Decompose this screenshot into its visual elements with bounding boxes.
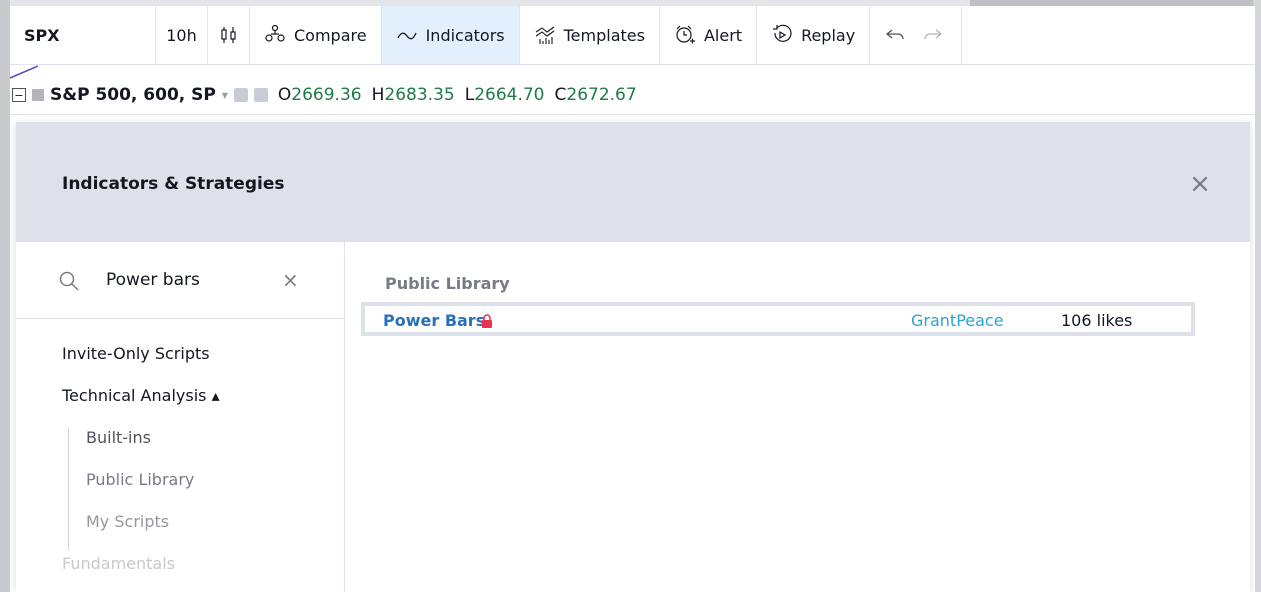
settings-icon[interactable] <box>253 88 268 102</box>
ohlc-close-value: 2672.67 <box>566 85 637 105</box>
ohlc-low: L2664.70 <box>465 85 545 105</box>
series-legend: − S&P 500, 600, SP ▾ O2669.36 H2683.35 L… <box>10 80 637 110</box>
dialog-title: Indicators & Strategies <box>62 174 285 194</box>
result-name[interactable]: Power Bars <box>383 311 485 330</box>
redo-icon[interactable] <box>922 24 944 46</box>
category-invite-only[interactable]: Invite-Only Scripts <box>62 344 210 363</box>
app-window: SPX 10h Compare Indicators Templates Ale… <box>10 6 1255 592</box>
ohlc-open: O2669.36 <box>278 85 362 105</box>
alert-button[interactable]: Alert <box>660 6 758 64</box>
chart-drawing-stroke <box>10 65 39 79</box>
ohlc-open-value: 2669.36 <box>291 85 362 105</box>
ohlc-low-value: 2664.70 <box>474 85 545 105</box>
subcategory-my-scripts[interactable]: My Scripts <box>86 512 169 531</box>
subcategory-built-ins[interactable]: Built-ins <box>86 428 151 447</box>
chart-gridline <box>10 114 1255 115</box>
symbol-search-button[interactable]: SPX <box>10 6 156 64</box>
interval-label: 10h <box>166 25 197 45</box>
chart-style-button[interactable] <box>208 6 250 64</box>
ohlc-open-label: O <box>277 85 292 105</box>
chevron-down-icon[interactable]: ▾ <box>222 88 228 102</box>
search-input[interactable] <box>106 266 266 294</box>
indicator-wave-icon <box>396 24 418 46</box>
compare-button[interactable]: Compare <box>250 6 382 64</box>
result-row[interactable]: Power Bars GrantPeace 106 likes <box>361 302 1195 336</box>
symbol-label: SPX <box>24 25 60 45</box>
candles-icon <box>218 24 240 46</box>
ohlc-high-label: H <box>371 85 385 105</box>
replay-icon <box>771 24 793 46</box>
alert-label: Alert <box>703 25 743 45</box>
replay-button[interactable]: Replay <box>757 6 871 64</box>
category-technical-analysis[interactable]: Technical Analysis ▴ <box>62 386 220 405</box>
legend-symbol-title[interactable]: S&P 500, 600, SP <box>50 85 216 105</box>
indicators-dialog: Indicators & Strategies × × Invite-Only … <box>16 122 1250 592</box>
ohlc-low-label: L <box>464 85 475 105</box>
subcategory-public-library[interactable]: Public Library <box>86 470 194 489</box>
undo-redo-group <box>870 6 963 64</box>
result-likes: 106 likes <box>1061 311 1133 330</box>
alarm-clock-icon <box>674 24 696 46</box>
legend-collapse-icon[interactable]: − <box>12 88 26 102</box>
dialog-sidebar: × Invite-Only Scripts Technical Analysis… <box>16 242 345 592</box>
close-icon[interactable]: × <box>1186 170 1214 198</box>
replay-label: Replay <box>801 25 856 45</box>
results-panel: Public Library Power Bars GrantPeace 106… <box>345 242 1250 592</box>
templates-icon <box>534 24 556 46</box>
flag-icon[interactable] <box>32 89 44 101</box>
category-fundamentals[interactable]: Fundamentals <box>62 554 175 573</box>
top-toolbar: SPX 10h Compare Indicators Templates Ale… <box>10 6 1255 65</box>
templates-label: Templates <box>563 25 645 45</box>
ohlc-close: C2672.67 <box>555 85 637 105</box>
result-author-link[interactable]: GrantPeace <box>911 311 1004 330</box>
ohlc-high: H2683.35 <box>372 85 455 105</box>
clear-search-icon[interactable]: × <box>282 268 299 292</box>
undo-icon[interactable] <box>884 24 906 46</box>
search-row: × <box>16 242 344 319</box>
search-icon <box>59 271 79 291</box>
templates-button[interactable]: Templates <box>520 6 660 64</box>
interval-button[interactable]: 10h <box>156 6 208 64</box>
indicators-label: Indicators <box>425 25 505 45</box>
lock-icon <box>482 314 492 328</box>
ohlc-close-label: C <box>554 85 567 105</box>
ohlc-high-value: 2683.35 <box>384 85 455 105</box>
window-edge-left <box>0 0 10 592</box>
compare-label: Compare <box>294 25 367 45</box>
indicators-button[interactable]: Indicators <box>381 6 520 64</box>
results-section-title: Public Library <box>385 274 510 293</box>
compare-icon <box>264 24 286 46</box>
subcategory-rail <box>68 428 69 550</box>
eye-icon[interactable] <box>233 88 248 102</box>
dialog-header: Indicators & Strategies × <box>16 122 1250 242</box>
